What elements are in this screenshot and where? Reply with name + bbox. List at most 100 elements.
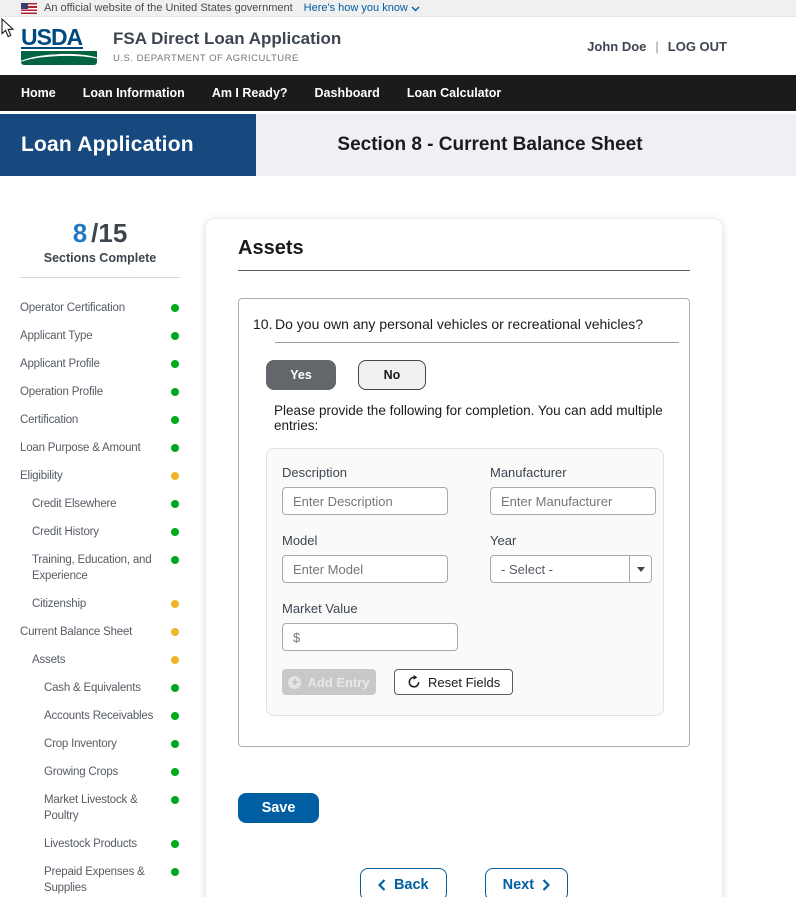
user-name[interactable]: John Doe bbox=[587, 39, 646, 54]
back-button[interactable]: Back bbox=[359, 868, 447, 897]
pagination-buttons: Back Next bbox=[238, 868, 690, 897]
no-button[interactable]: No bbox=[358, 360, 426, 390]
status-dot bbox=[171, 332, 179, 340]
year-select-value: - Select - bbox=[501, 561, 554, 577]
sidebar-item-label: Loan Purpose & Amount bbox=[20, 442, 141, 454]
model-input[interactable] bbox=[282, 555, 448, 583]
nav-item-home[interactable]: Home bbox=[21, 86, 56, 100]
manufacturer-label: Manufacturer bbox=[490, 465, 567, 480]
year-label: Year bbox=[490, 533, 517, 548]
usda-logo: USDA bbox=[21, 26, 99, 65]
sections-caption: Sections Complete bbox=[43, 251, 157, 265]
app-name-banner: Loan Application bbox=[0, 114, 256, 176]
question-number: 10. bbox=[253, 316, 273, 332]
us-flag-icon bbox=[21, 2, 37, 14]
sidebar-item-certification[interactable]: Certification bbox=[0, 406, 200, 434]
nav-item-am-i-ready[interactable]: Am I Ready? bbox=[212, 86, 288, 100]
how-you-know-link[interactable]: Here's how you know bbox=[304, 2, 420, 14]
gov-banner-text: An official website of the United States… bbox=[44, 2, 293, 14]
nav-item-dashboard[interactable]: Dashboard bbox=[315, 86, 380, 100]
sidebar-item-label: Applicant Profile bbox=[20, 358, 100, 370]
sidebar-item-prepaid-expenses-supplies[interactable]: Prepaid Expenses & Supplies bbox=[0, 858, 200, 897]
sidebar-item-operator-certification[interactable]: Operator Certification bbox=[0, 294, 200, 322]
sidebar-item-label: Current Balance Sheet bbox=[20, 626, 133, 638]
sidebar-item-cash-equivalents[interactable]: Cash & Equivalents bbox=[0, 674, 200, 702]
sidebar-item-livestock-products[interactable]: Livestock Products bbox=[0, 830, 200, 858]
sidebar-item-citizenship[interactable]: Citizenship bbox=[0, 590, 200, 618]
sidebar-item-label: Growing Crops bbox=[44, 766, 119, 778]
entry-buttons-row: + Add Entry Reset Fields bbox=[282, 669, 649, 695]
reset-icon bbox=[408, 675, 420, 688]
nav-item-loan-information[interactable]: Loan Information bbox=[83, 86, 185, 100]
back-label: Back bbox=[393, 876, 429, 893]
yes-button[interactable]: Yes bbox=[266, 360, 336, 390]
sidebar-item-growing-crops[interactable]: Growing Crops bbox=[0, 758, 200, 786]
sections-complete-count: 8 bbox=[72, 218, 88, 248]
sidebar-item-label: Operation Profile bbox=[20, 386, 103, 398]
sidebar-item-label: Livestock Products bbox=[44, 838, 137, 850]
sidebar-item-current-balance-sheet[interactable]: Current Balance Sheet bbox=[0, 618, 200, 646]
chevron-right-icon bbox=[542, 878, 551, 891]
mouse-cursor bbox=[1, 18, 15, 38]
manufacturer-field-group: Manufacturer bbox=[490, 465, 656, 515]
app-title-block: FSA Direct Loan Application U.S. DEPARTM… bbox=[113, 29, 341, 64]
app-title: FSA Direct Loan Application bbox=[113, 28, 342, 48]
status-dot bbox=[171, 868, 179, 876]
next-button[interactable]: Next bbox=[484, 868, 569, 897]
sidebar-item-label: Credit History bbox=[32, 526, 99, 538]
status-dot bbox=[171, 600, 179, 608]
chevron-down-icon[interactable] bbox=[629, 556, 651, 582]
user-area: John Doe | LOG OUT bbox=[587, 39, 775, 54]
add-entry-label: Add Entry bbox=[307, 674, 370, 690]
logout-link[interactable]: LOG OUT bbox=[668, 39, 727, 54]
status-dot bbox=[171, 740, 179, 748]
status-dot bbox=[171, 388, 179, 396]
heading-rule bbox=[238, 270, 690, 271]
user-separator: | bbox=[655, 38, 659, 54]
save-button[interactable]: Save bbox=[238, 793, 319, 823]
sidebar-item-credit-elsewhere[interactable]: Credit Elsewhere bbox=[0, 490, 200, 518]
status-dot bbox=[171, 416, 179, 424]
model-field-group: Model bbox=[282, 533, 448, 583]
sidebar-item-loan-purpose-amount[interactable]: Loan Purpose & Amount bbox=[0, 434, 200, 462]
sidebar-item-label: Certification bbox=[20, 414, 79, 426]
add-entry-button[interactable]: + Add Entry bbox=[282, 669, 376, 695]
how-you-know-label: Here's how you know bbox=[303, 2, 408, 14]
sidebar-item-label: Crop Inventory bbox=[44, 738, 117, 750]
model-label: Model bbox=[282, 533, 318, 548]
sidebar-item-label: Credit Elsewhere bbox=[32, 498, 117, 510]
status-dot bbox=[171, 768, 179, 776]
sidebar-item-crop-inventory[interactable]: Crop Inventory bbox=[0, 730, 200, 758]
yes-no-row: Yes No bbox=[266, 360, 675, 390]
reset-fields-button[interactable]: Reset Fields bbox=[394, 669, 514, 695]
sidebar-item-applicant-profile[interactable]: Applicant Profile bbox=[0, 350, 200, 378]
sidebar-item-market-livestock-poultry[interactable]: Market Livestock & Poultry bbox=[0, 786, 200, 830]
sidebar-item-accounts-receivables[interactable]: Accounts Receivables bbox=[0, 702, 200, 730]
sidebar-item-eligibility[interactable]: Eligibility bbox=[0, 462, 200, 490]
sidebar-item-label: Cash & Equivalents bbox=[44, 682, 141, 694]
status-dot bbox=[171, 628, 179, 636]
status-dot bbox=[171, 500, 179, 508]
sidebar-item-training-education-and-experience[interactable]: Training, Education, and Experience bbox=[0, 546, 200, 590]
section-title: Section 8 - Current Balance Sheet bbox=[337, 134, 643, 155]
description-field-group: Description bbox=[282, 465, 448, 515]
reset-fields-label: Reset Fields bbox=[428, 674, 501, 690]
description-input[interactable] bbox=[282, 487, 448, 515]
sidebar-item-credit-history[interactable]: Credit History bbox=[0, 518, 200, 546]
chevron-down-icon bbox=[411, 6, 420, 11]
sidebar-item-label: Accounts Receivables bbox=[44, 710, 154, 722]
helper-text: Please provide the following for complet… bbox=[274, 403, 663, 433]
manufacturer-input[interactable] bbox=[490, 487, 656, 515]
sidebar-item-applicant-type[interactable]: Applicant Type bbox=[0, 322, 200, 350]
sidebar-item-label: Applicant Type bbox=[20, 330, 93, 342]
market-value-input[interactable] bbox=[282, 623, 458, 651]
year-select[interactable]: - Select - bbox=[490, 555, 652, 583]
market-value-field-group: Market Value bbox=[282, 601, 458, 651]
year-field-group: Year - Select - bbox=[490, 533, 652, 583]
entry-fields-grid: Description Manufacturer Model Year bbox=[282, 465, 656, 651]
sidebar-item-label: Citizenship bbox=[32, 598, 87, 610]
sidebar-item-operation-profile[interactable]: Operation Profile bbox=[0, 378, 200, 406]
nav-item-loan-calculator[interactable]: Loan Calculator bbox=[407, 86, 501, 100]
hero-row: Loan Application Section 8 - Current Bal… bbox=[0, 114, 796, 176]
sidebar-item-assets[interactable]: Assets bbox=[0, 646, 200, 674]
